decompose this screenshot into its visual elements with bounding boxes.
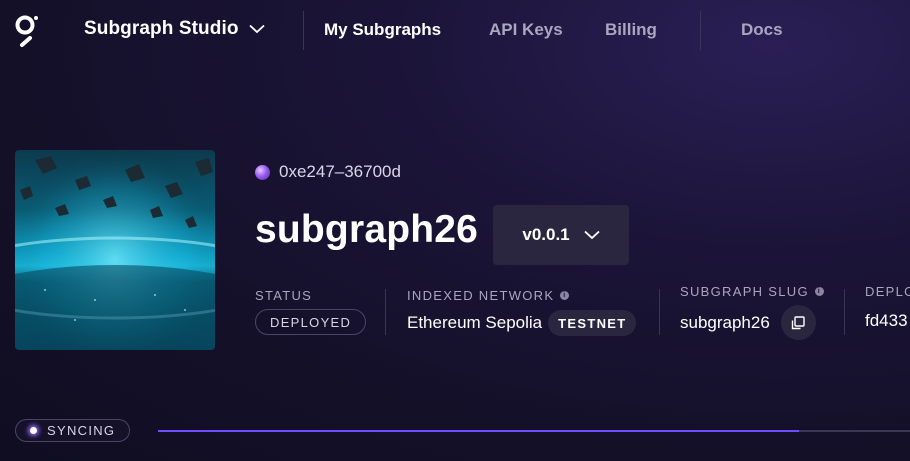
info-icon[interactable]: i <box>814 287 824 296</box>
owner-address-row[interactable]: 0xe247–36700d <box>255 162 401 182</box>
subgraph-slug-label-row: SUBGRAPH SLUG i <box>680 284 824 299</box>
chevron-down-icon <box>584 230 600 240</box>
avatar-icon <box>255 164 270 180</box>
nav-api-keys[interactable]: API Keys <box>489 20 563 40</box>
deployment-id[interactable]: fd433 <box>865 311 910 331</box>
version-label: v0.0.1 <box>522 225 570 244</box>
indexed-network-section: INDEXED NETWORK i Ethereum Sepolia TESTN… <box>407 288 637 336</box>
sync-progress-fill <box>158 430 800 432</box>
subgraph-title: subgraph26 <box>255 208 479 251</box>
testnet-badge: TESTNET <box>548 310 637 336</box>
indexed-network-label: INDEXED NETWORK <box>407 288 555 303</box>
status-label: STATUS <box>255 288 313 303</box>
syncing-label: SYNCING <box>47 423 116 438</box>
sync-indicator-icon <box>30 427 37 434</box>
sync-progress-bar <box>158 430 910 432</box>
version-dropdown[interactable]: v0.0.1 <box>493 205 629 265</box>
copy-slug-button[interactable] <box>780 305 816 340</box>
info-icon[interactable]: i <box>560 291 570 300</box>
meta-divider <box>385 289 386 335</box>
status-badge: DEPLOYED <box>255 309 367 335</box>
nav-divider <box>700 11 701 50</box>
meta-divider <box>659 289 660 335</box>
nav-billing[interactable]: Billing <box>605 20 657 40</box>
meta-divider <box>844 289 845 335</box>
subgraph-slug-value: subgraph26 <box>680 312 770 332</box>
owner-address: 0xe247–36700d <box>279 162 401 181</box>
nav-docs[interactable]: Docs <box>741 20 783 40</box>
subgraph-cover-image <box>15 150 215 350</box>
deployment-section: DEPLO fd433 <box>865 284 910 331</box>
nav-my-subgraphs[interactable]: My Subgraphs <box>324 20 441 40</box>
status-section: STATUS DEPLOYED <box>255 288 367 335</box>
chevron-down-icon <box>248 24 265 34</box>
studio-label: Subgraph Studio <box>84 18 239 39</box>
copy-icon <box>792 315 806 329</box>
indexed-network-label-row: INDEXED NETWORK i <box>407 288 636 303</box>
studio-menu[interactable]: Subgraph Studio <box>84 18 265 40</box>
network-name: Ethereum Sepolia <box>407 313 543 332</box>
deployment-label: DEPLO <box>865 284 910 299</box>
nav-divider <box>303 11 304 50</box>
subgraph-slug-section: SUBGRAPH SLUG i subgraph26 <box>680 284 824 340</box>
the-graph-logo-icon[interactable] <box>14 14 42 48</box>
syncing-badge: SYNCING <box>15 419 131 442</box>
subgraph-slug-label: SUBGRAPH SLUG <box>680 284 809 299</box>
top-navigation: Subgraph Studio My Subgraphs API Keys Bi… <box>0 0 910 60</box>
